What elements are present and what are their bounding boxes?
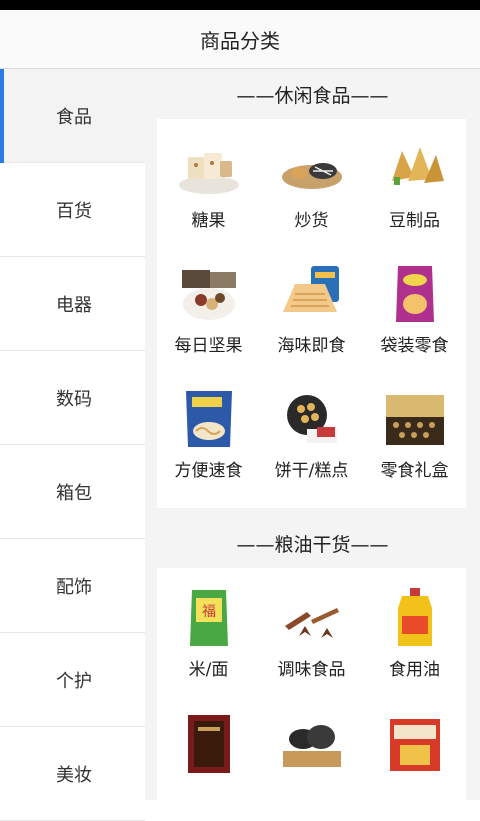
category-tile-daily-nuts[interactable]: 每日坚果 (157, 252, 260, 377)
sidebar-item-label: 配饰 (56, 576, 92, 598)
instant-noodle-icon (174, 387, 244, 451)
gift-pack-icon (380, 711, 450, 775)
category-tile-gift-pack[interactable] (363, 701, 466, 800)
svg-text:福: 福 (202, 604, 216, 620)
category-tile-tofu-snack[interactable]: 豆制品 (363, 127, 466, 252)
sidebar-item-label: 电器 (56, 294, 92, 316)
category-tile-rice-noodle[interactable]: 福 米/面 (157, 576, 260, 701)
sidebar-item-label: 美妆 (56, 764, 92, 786)
sidebar-item-label: 数码 (56, 388, 92, 410)
category-label: 豆制品 (389, 211, 440, 231)
sidebar-item-appliances[interactable]: 电器 (0, 257, 145, 351)
sidebar-item-label: 食品 (56, 106, 92, 128)
snacks-grid: 糖果 炒货 豆制品 每日坚果 海味即食 袋装零食 方便速食 饼干/糕点 零食礼盒 (157, 119, 466, 508)
category-label: 零食礼盒 (380, 461, 449, 481)
category-label: 每日坚果 (174, 336, 243, 356)
sidebar-item-label: 百货 (56, 200, 92, 222)
category-tile-cooking-oil[interactable]: 食用油 (363, 576, 466, 701)
rice-bag-icon: 福 (174, 586, 244, 650)
category-content: ——休闲食品—— 糖果 炒货 豆制品 每日坚果 海味即食 袋装零食 方便速食 饼… (145, 69, 480, 800)
category-tile-gift-box[interactable]: 零食礼盒 (363, 377, 466, 502)
category-label: 海味即食 (277, 336, 346, 356)
category-label: 调味食品 (277, 660, 346, 680)
status-bar (0, 0, 480, 10)
page-title: 商品分类 (200, 28, 280, 53)
section-title-grain-oil: ——粮油干货—— (236, 533, 389, 556)
sidebar-item-personal-care[interactable]: 个护 (0, 633, 145, 727)
category-tile-candy[interactable]: 糖果 (157, 127, 260, 252)
category-tile-bagged-snack[interactable]: 袋装零食 (363, 252, 466, 377)
seafood-snack-icon (277, 262, 347, 326)
tofu-snack-icon (380, 137, 450, 201)
category-sidebar: 食品 百货 电器 数码 箱包 配饰 个护 美妆 (0, 69, 145, 821)
category-label: 袋装零食 (380, 336, 449, 356)
category-tile-roasted-nuts[interactable]: 炒货 (260, 127, 363, 252)
cooking-oil-icon (380, 586, 450, 650)
mushroom-icon (277, 711, 347, 775)
grain-oil-grid: 福 米/面 调味食品 食用油 (157, 568, 466, 800)
biscuit-icon (277, 387, 347, 451)
title-bar: 商品分类 (0, 10, 480, 69)
sidebar-item-label: 箱包 (56, 482, 92, 504)
category-tile-instant-noodle[interactable]: 方便速食 (157, 377, 260, 502)
candy-icon (174, 137, 244, 201)
section-title-snacks: ——休闲食品—— (236, 84, 389, 107)
sidebar-item-label: 个护 (56, 670, 92, 692)
category-tile-dried-mushroom[interactable] (260, 701, 363, 800)
category-tile-seasoning[interactable]: 调味食品 (260, 576, 363, 701)
category-tile-seafood-snack[interactable]: 海味即食 (260, 252, 363, 377)
sidebar-item-bags[interactable]: 箱包 (0, 445, 145, 539)
category-tile-biscuit[interactable]: 饼干/糕点 (260, 377, 363, 502)
dried-goods-box-icon (174, 711, 244, 775)
bagged-snack-icon (380, 262, 450, 326)
category-label: 食用油 (389, 660, 440, 680)
sidebar-item-general-goods[interactable]: 百货 (0, 163, 145, 257)
sidebar-item-accessories[interactable]: 配饰 (0, 539, 145, 633)
roasted-nuts-icon (277, 137, 347, 201)
category-label: 糖果 (191, 211, 226, 231)
category-label: 米/面 (188, 660, 229, 680)
daily-nuts-icon (174, 262, 244, 326)
spice-icon (277, 586, 347, 650)
category-tile-dried-goods[interactable] (157, 701, 260, 800)
category-label: 方便速食 (174, 461, 243, 481)
sidebar-item-digital[interactable]: 数码 (0, 351, 145, 445)
sidebar-item-food[interactable]: 食品 (0, 69, 145, 163)
category-label: 饼干/糕点 (274, 461, 349, 481)
sidebar-item-makeup[interactable]: 美妆 (0, 727, 145, 821)
gift-box-icon (380, 387, 450, 451)
category-label: 炒货 (294, 211, 329, 231)
